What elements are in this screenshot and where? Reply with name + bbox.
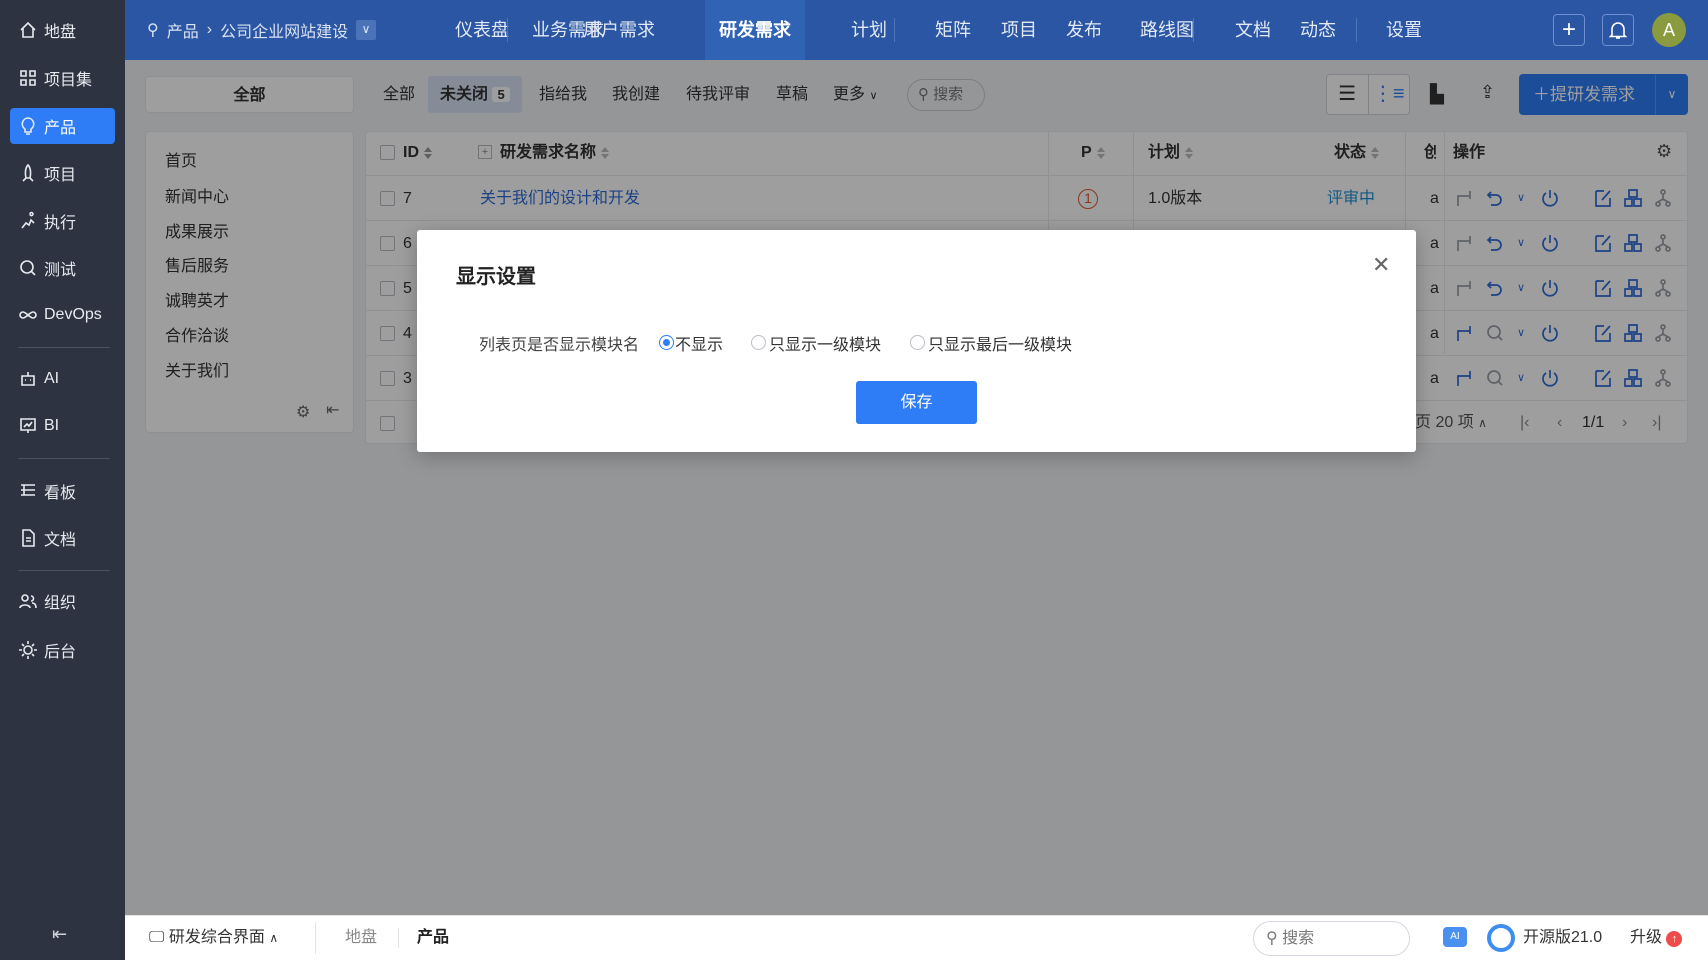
sidebar-item-8[interactable]: BI xyxy=(10,408,115,444)
sidebar-item-label: 测试 xyxy=(44,262,77,279)
search-bug-icon xyxy=(20,260,36,276)
sidebar-item-label: 项目 xyxy=(44,167,77,184)
breadcrumb: ⚲ 产品 › 公司企业网站建设 ∨ xyxy=(147,0,377,60)
nav-tab-3[interactable]: 研发需求 xyxy=(705,0,805,60)
sidebar-item-label: DevOps xyxy=(44,306,102,323)
nav-tab-10[interactable]: 动态 xyxy=(1300,0,1336,60)
crumb-product[interactable]: 产品 xyxy=(417,916,449,960)
radio-option-label[interactable]: 只显示最后一级模块 xyxy=(928,331,1072,355)
arrow-up-icon: ↑ xyxy=(1666,931,1683,947)
sidebar-item-7[interactable]: AI xyxy=(10,361,115,397)
nav-tab-2[interactable]: 用户需求 xyxy=(583,0,655,60)
bottom-bar: 🖵 研发综合界面 ∧ 地盘 产品 ⚲ 搜索 AI 开源版21.0 升级 ↑ xyxy=(125,915,1708,960)
monitor-icon: 🖵 xyxy=(149,929,169,946)
ai-chat-icon[interactable]: AI xyxy=(1443,927,1467,947)
version-label[interactable]: 开源版21.0 xyxy=(1523,916,1602,960)
add-button[interactable]: + xyxy=(1553,14,1585,46)
sidebar-item-label: 文档 xyxy=(44,532,77,549)
divider xyxy=(315,922,316,954)
home-icon xyxy=(20,21,36,38)
sidebar-item-9[interactable]: 看板 xyxy=(10,473,115,509)
radio-option-0[interactable] xyxy=(659,335,674,350)
nav-tab-6[interactable]: 项目 xyxy=(1001,0,1037,60)
divider xyxy=(894,18,895,42)
nav-tab-9[interactable]: 文档 xyxy=(1235,0,1271,60)
robot-icon xyxy=(21,372,35,386)
divider xyxy=(18,458,110,459)
sidebar-item-12[interactable]: 后台 xyxy=(10,632,115,668)
upgrade-link[interactable]: 升级 ↑ xyxy=(1630,916,1683,960)
sidebar-item-3[interactable]: 项目 xyxy=(10,155,115,191)
divider xyxy=(1193,18,1194,42)
radio-option-2[interactable] xyxy=(910,335,925,350)
chevron-down-icon[interactable]: ∨ xyxy=(356,20,377,40)
sidebar-item-label: 组织 xyxy=(44,595,77,612)
modal-backdrop[interactable] xyxy=(125,60,1708,915)
dialog-title: 显示设置 xyxy=(456,266,536,288)
sidebar-item-2[interactable]: 产品 xyxy=(10,108,115,144)
sidebar-item-label: 项目集 xyxy=(44,72,93,89)
sidebar-item-1[interactable]: 项目集 xyxy=(10,60,115,96)
infinity-icon xyxy=(19,311,37,319)
notification-button[interactable] xyxy=(1602,14,1634,46)
divider xyxy=(398,928,399,948)
divider xyxy=(18,347,110,348)
option-label: 列表页是否显示模块名 xyxy=(479,337,640,354)
radio-option-label[interactable]: 不显示 xyxy=(675,331,723,355)
nav-tab-8[interactable]: 路线图 xyxy=(1140,0,1194,60)
app-switcher[interactable]: 🖵 研发综合界面 ∧ xyxy=(149,916,278,960)
sidebar-item-6[interactable]: DevOps xyxy=(10,297,115,333)
lightbulb-icon xyxy=(21,117,35,135)
plus-icon: + xyxy=(1561,16,1576,43)
breadcrumb-root[interactable]: 产品 xyxy=(167,18,199,42)
zentao-logo-icon xyxy=(1487,924,1515,952)
gear-icon xyxy=(19,641,37,659)
rocket-icon xyxy=(22,163,34,182)
sidebar-item-label: 看板 xyxy=(44,485,77,502)
location-icon: ⚲ xyxy=(147,22,159,39)
sidebar-item-5[interactable]: 测试 xyxy=(10,250,115,286)
nav-tab-4[interactable]: 计划 xyxy=(851,0,887,60)
divider xyxy=(18,570,110,571)
nav-tab-7[interactable]: 发布 xyxy=(1066,0,1102,60)
bell-icon xyxy=(1609,22,1627,39)
close-icon[interactable]: ✕ xyxy=(1372,252,1390,278)
users-icon xyxy=(19,594,37,609)
nav-tab-11[interactable]: 设置 xyxy=(1386,0,1422,60)
run-icon xyxy=(21,211,35,229)
nav-tab-0[interactable]: 仪表盘 xyxy=(455,0,509,60)
grid-icon xyxy=(20,70,36,86)
divider xyxy=(507,18,508,42)
global-search-input[interactable]: ⚲ 搜索 xyxy=(1253,921,1410,956)
product-selector[interactable]: 公司企业网站建设 xyxy=(220,18,348,42)
chevron-right-icon: › xyxy=(206,21,213,38)
nav-tab-5[interactable]: 矩阵 xyxy=(935,0,971,60)
kanban-icon xyxy=(21,484,35,496)
avatar[interactable]: A xyxy=(1652,13,1686,47)
sidebar: 地盘项目集产品项目执行测试 DevOps AI BI 看板文档组织后台 ⇤ xyxy=(0,0,125,960)
display-settings-dialog: 显示设置 ✕ 列表页是否显示模块名 不显示 只显示一级模块 只显示最后一级模块 保存 xyxy=(417,230,1416,452)
divider xyxy=(1356,18,1357,42)
radio-option-label[interactable]: 只显示一级模块 xyxy=(769,331,881,355)
top-nav: ⚲ 产品 › 公司企业网站建设 ∨ 仪表盘 业务需求 用户需求 研发需求 计划 矩阵 项目发… xyxy=(125,0,1708,60)
sidebar-item-label: 执行 xyxy=(44,215,77,232)
document-icon xyxy=(22,529,35,547)
sidebar-item-label: BI xyxy=(44,417,60,434)
sidebar-item-label: AI xyxy=(44,370,60,387)
sidebar-item-label: 产品 xyxy=(44,120,77,137)
sidebar-item-label: 地盘 xyxy=(44,24,77,41)
sidebar-item-4[interactable]: 执行 xyxy=(10,203,115,239)
collapse-left-icon[interactable]: ⇤ xyxy=(52,924,67,945)
chart-board-icon xyxy=(20,418,36,433)
sidebar-item-11[interactable]: 组织 xyxy=(10,583,115,619)
crumb-dashboard[interactable]: 地盘 xyxy=(345,916,377,960)
radio-option-1[interactable] xyxy=(751,335,766,350)
sidebar-item-10[interactable]: 文档 xyxy=(10,520,115,556)
search-icon: ⚲ xyxy=(1266,930,1283,947)
sidebar-item-0[interactable]: 地盘 xyxy=(10,12,115,48)
save-button[interactable]: 保存 xyxy=(856,381,977,424)
sidebar-item-label: 后台 xyxy=(44,644,77,661)
